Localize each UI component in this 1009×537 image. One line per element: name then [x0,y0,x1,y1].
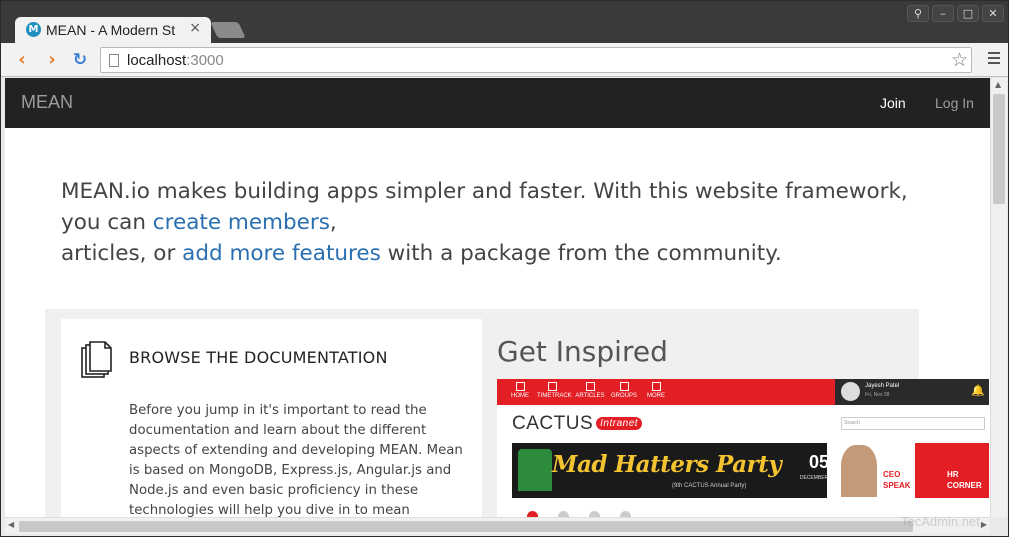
shot-banner-subtitle: (9th CACTUS Annual Party) [672,483,747,489]
join-link[interactable]: Join [880,95,906,111]
shot-nav-more: MORE [641,382,671,399]
user-profile-icon[interactable]: ⚲ [907,5,929,22]
new-tab-button[interactable] [210,22,246,38]
window-controls: ⚲ – □ ✕ [907,5,1004,22]
shot-user-bar: Jayesh Patel Fri, Nov 28 🔔 [835,379,989,405]
shot-hr-label: HR CORNER [947,470,982,490]
hat-icon [518,449,552,491]
login-link[interactable]: Log In [935,95,974,111]
forward-arrow-icon[interactable]: › [41,49,63,71]
create-members-link[interactable]: create members [153,210,330,235]
intro-text: MEAN.io makes building apps simpler and … [61,176,941,269]
shot-ceo-tile: CEO SPEAK [837,443,913,498]
site-navbar: MEAN Join Log In [5,78,990,128]
browser-window: M MEAN - A Modern St × ⚲ – □ ✕ ‹ › ↻ loc… [0,0,1009,537]
intro-part2: , [329,210,337,235]
intro-part4: with a package from the community. [380,241,782,266]
get-inspired-heading: Get Inspired [497,335,668,368]
back-arrow-icon[interactable]: ‹ [11,49,33,71]
maximize-button[interactable]: □ [957,5,979,22]
vertical-scroll-thumb[interactable] [993,94,1005,204]
shot-banner: Mad Hatters Party (9th CACTUS Annual Par… [512,443,829,498]
tab-title: MEAN - A Modern St [46,22,176,38]
horizontal-scroll-thumb[interactable] [19,521,913,532]
shot-banner-day: 05 [808,452,830,472]
page-viewport: MEAN Join Log In MEAN.io makes building … [5,78,990,517]
shot-logo: CACTUS Intranet [512,413,643,435]
browser-toolbar: ‹ › ↻ localhost:3000 ☆ [1,43,1008,77]
watermark: TecAdmin.net [901,514,980,529]
shot-search: Search [841,417,985,430]
shot-nav-groups: GROUPS [609,382,639,399]
mean-favicon-icon: M [26,22,41,37]
bookmark-star-icon[interactable]: ☆ [951,49,968,71]
vertical-scrollbar[interactable]: ▲ [990,78,1007,517]
minimize-button[interactable]: – [932,5,954,22]
url-host: localhost [127,52,187,69]
documentation-panel: BROWSE THE DOCUMENTATION Before you jump… [61,319,482,517]
shot-banner-month: DECEMBER [799,475,829,481]
address-bar[interactable]: localhost:3000 ☆ [100,47,972,73]
shot-hr-tile: HR CORNER [915,443,989,498]
url-port: :3000 [186,52,224,69]
brand-link[interactable]: MEAN [21,92,73,113]
scroll-up-arrow-icon[interactable]: ▲ [995,80,1001,89]
intro-part3: articles, or [61,241,183,266]
tab-strip: M MEAN - A Modern St × ⚲ – □ ✕ [1,1,1008,43]
close-window-button[interactable]: ✕ [982,5,1004,22]
documentation-heading[interactable]: BROWSE THE DOCUMENTATION [129,348,388,367]
page-icon [109,54,119,67]
scroll-right-arrow-icon[interactable]: ▶ [981,520,987,529]
bell-icon: 🔔 [971,384,985,397]
shot-ceo-label: CEO SPEAK [883,470,911,490]
shot-nav-articles: ARTICLES [575,382,605,399]
reload-icon[interactable]: ↻ [69,49,91,71]
shot-user-date: Fri, Nov 28 [865,392,890,398]
shot-nav-home: HOME [505,382,535,399]
shot-nav-timetrack: TIMETRACK [537,382,572,399]
tab-mean[interactable]: M MEAN - A Modern St × [15,17,211,43]
shot-user-name: Jayesh Patel [865,383,900,389]
documentation-body: Before you jump in it's important to rea… [129,403,463,517]
add-features-link[interactable]: add more features [182,241,381,266]
tab-close-icon[interactable]: × [189,20,201,36]
shot-avatar [841,382,860,401]
content-well: BROWSE THE DOCUMENTATION Before you jump… [45,309,989,517]
shot-ceo-photo [841,445,877,497]
documents-icon [81,341,112,378]
scroll-left-arrow-icon[interactable]: ◀ [8,520,14,529]
shot-nav-bar: HOME TIMETRACK ARTICLES GROUPS MORE [497,379,835,405]
shot-banner-title: Mad Hatters Party [552,451,782,478]
inspiration-screenshot[interactable]: HOME TIMETRACK ARTICLES GROUPS MORE Jaye… [497,379,989,517]
url-text: localhost:3000 [127,52,224,69]
chrome-menu-icon[interactable] [988,52,1000,67]
horizontal-scrollbar[interactable]: ◀ ▶ [5,517,990,534]
